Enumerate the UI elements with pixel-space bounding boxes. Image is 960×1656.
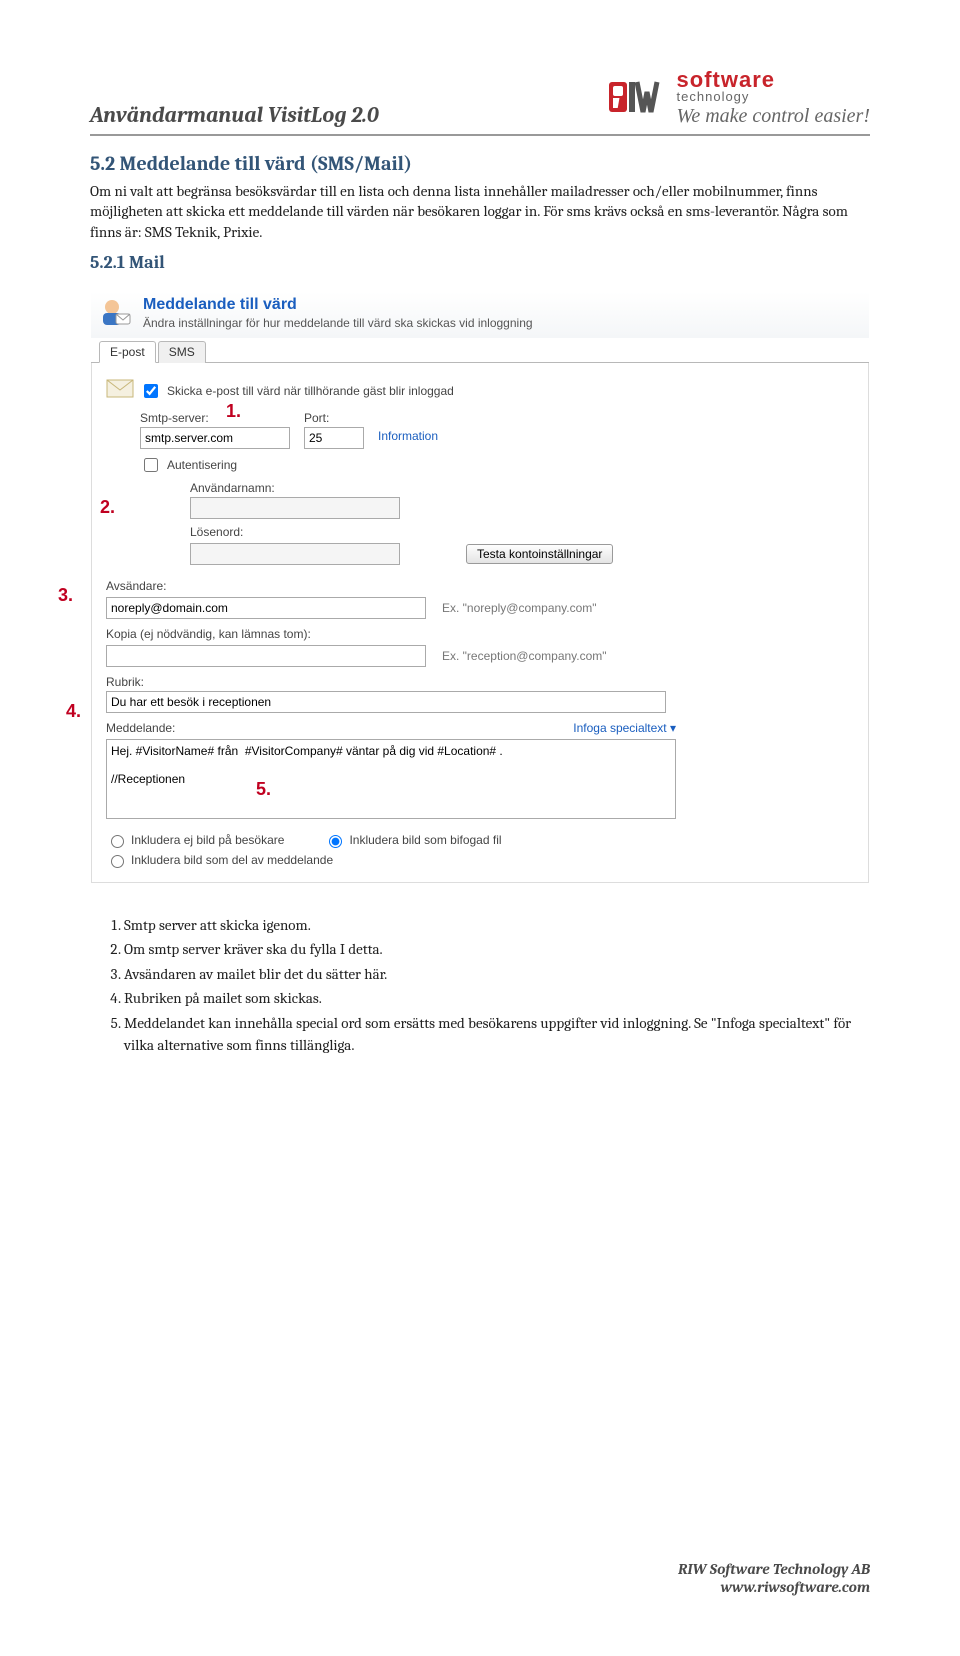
port-label: Port: [304, 411, 364, 425]
insert-special-link[interactable]: Infoga specialtext ▾ [573, 721, 676, 735]
settings-panel: Meddelande till värd Ändra inställningar… [90, 291, 870, 884]
callout-3: 3. [58, 585, 73, 606]
footer-url: www.riwsoftware.com [678, 1578, 870, 1596]
send-email-checkbox[interactable] [144, 384, 158, 398]
tab-sms[interactable]: SMS [158, 341, 206, 363]
section-body: Om ni valt att begränsa besöksvärdar til… [90, 181, 870, 242]
section-heading: 5.2 Meddelande till värd (SMS/Mail) [90, 152, 870, 175]
riw-logo-icon [609, 78, 673, 120]
tab-bar: E-post SMS [91, 340, 869, 363]
message-label: Meddelande: [106, 721, 175, 735]
send-email-label: Skicka e-post till värd när tillhörande … [167, 384, 454, 398]
page-footer: RIW Software Technology AB www.riwsoftwa… [678, 1560, 870, 1596]
pass-label: Lösenord: [190, 525, 854, 539]
list-item: Rubriken på mailet som skickas. [124, 987, 870, 1010]
user-input[interactable] [190, 497, 400, 519]
list-item: Meddelandet kan innehålla special ord so… [124, 1012, 870, 1057]
radio-no-image-input[interactable] [111, 835, 124, 848]
subsection-heading: 5.2.1 Mail [90, 252, 870, 273]
list-item: Om smtp server kräver ska du fylla I det… [124, 938, 870, 961]
panel-subtitle: Ändra inställningar för hur meddelande t… [143, 316, 533, 330]
auth-checkbox[interactable] [144, 458, 158, 472]
copy-hint: Ex. "reception@company.com" [442, 649, 607, 663]
radio-attach-image[interactable]: Inkludera bild som bifogad fil [324, 832, 501, 848]
radio-no-image-label: Inkludera ej bild på besökare [131, 833, 284, 847]
radio-inline-image-label: Inkludera bild som del av meddelande [131, 853, 333, 867]
smtp-input[interactable] [140, 427, 290, 449]
callout-5: 5. [256, 779, 271, 800]
callout-1: 1. [226, 401, 241, 422]
panel-header: Meddelande till värd Ändra inställningar… [91, 292, 869, 338]
sender-input[interactable] [106, 597, 426, 619]
radio-attach-image-label: Inkludera bild som bifogad fil [349, 833, 501, 847]
pass-input[interactable] [190, 543, 400, 565]
copy-input[interactable] [106, 645, 426, 667]
explanation-list: Smtp server att skicka igenom. Om smtp s… [90, 914, 870, 1057]
envelope-icon [106, 377, 134, 399]
callout-2: 2. [100, 497, 115, 518]
port-input[interactable] [304, 427, 364, 449]
logo-word2: technology [677, 91, 870, 103]
tab-epost[interactable]: E-post [99, 341, 156, 363]
copy-label: Kopia (ej nödvändig, kan lämnas tom): [106, 627, 854, 641]
footer-company: RIW Software Technology AB [678, 1560, 870, 1578]
info-link[interactable]: Information [378, 429, 438, 443]
smtp-label: Smtp-server: [140, 411, 290, 425]
radio-attach-image-input[interactable] [329, 835, 342, 848]
riw-logo: software technology We make control easi… [609, 70, 870, 128]
radio-inline-image-input[interactable] [111, 855, 124, 868]
panel-title: Meddelande till värd [143, 296, 533, 314]
user-label: Användarnamn: [190, 481, 854, 495]
page-header: Användarmanual VisitLog 2.0 software tec… [90, 70, 870, 136]
sender-label: Avsändare: [106, 579, 854, 593]
radio-inline-image[interactable]: Inkludera bild som del av meddelande [106, 852, 854, 868]
list-item: Avsändaren av mailet blir det du sätter … [124, 963, 870, 986]
auth-label: Autentisering [167, 458, 237, 472]
manual-title: Användarmanual VisitLog 2.0 [90, 102, 379, 128]
subject-input[interactable] [106, 691, 666, 713]
logo-tagline: We make control easier! [677, 105, 870, 128]
radio-no-image[interactable]: Inkludera ej bild på besökare [106, 832, 284, 848]
message-textarea[interactable] [106, 739, 676, 819]
sender-hint: Ex. "noreply@company.com" [442, 601, 597, 615]
host-message-icon [99, 296, 133, 330]
subject-label: Rubrik: [106, 675, 854, 689]
callout-4: 4. [66, 701, 81, 722]
test-settings-button[interactable]: Testa kontoinställningar [466, 544, 613, 564]
list-item: Smtp server att skicka igenom. [124, 914, 870, 937]
logo-word1: software [677, 70, 870, 91]
